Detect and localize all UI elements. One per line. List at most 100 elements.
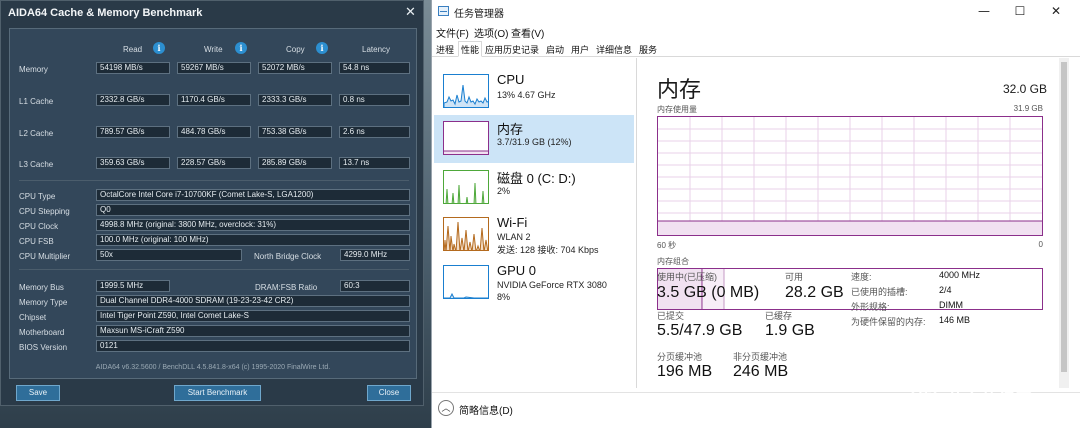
device-cpu[interactable]: CPU 13% 4.67 GHz: [434, 68, 634, 116]
write-info-icon[interactable]: i: [235, 42, 247, 54]
tab-services[interactable]: 服务: [639, 43, 657, 56]
cpu-clock-label: CPU Clock: [19, 222, 59, 231]
divider: [19, 180, 409, 181]
device-detail: NVIDIA GeForce RTX 3080: [497, 280, 607, 290]
menu-file[interactable]: 文件(F): [436, 25, 469, 40]
stat-available-label: 可用: [785, 272, 804, 282]
dram-fsb-value: 60:3: [340, 280, 410, 292]
disk-thumbnail: [443, 170, 489, 204]
chevron-up-icon[interactable]: ︿: [438, 400, 454, 416]
bios-value: 0121: [96, 340, 410, 352]
north-bridge-value: 4299.0 MHz: [340, 249, 410, 261]
header-latency: Latency: [362, 45, 391, 54]
stat-paged-pool-label: 分页缓冲池: [657, 352, 703, 362]
device-memory[interactable]: 内存 3.7/31.9 GB (12%): [434, 115, 634, 163]
cpu-stepping-label: CPU Stepping: [19, 207, 70, 216]
row-label-memory: Memory: [19, 65, 48, 74]
memory-read: 54198 MB/s: [96, 62, 170, 74]
usage-graph-label: 内存使用量: [657, 105, 697, 114]
l3-copy: 285.89 GB/s: [258, 157, 332, 169]
chipset-value: Intel Tiger Point Z590, Intel Comet Lake…: [96, 310, 410, 322]
divider: [19, 269, 409, 270]
memory-copy: 52072 MB/s: [258, 62, 332, 74]
device-wifi[interactable]: Wi-Fi WLAN 2 发送: 128 接收: 704 Kbps: [434, 211, 634, 259]
stat-cached-value: 1.9 GB: [765, 322, 815, 339]
maximize-icon[interactable]: ☐: [1005, 3, 1035, 19]
aida64-footer: AIDA64 v6.32.5600 / BenchDLL 4.5.841.8-x…: [95, 364, 331, 371]
memory-write: 59267 MB/s: [177, 62, 251, 74]
cpu-type-value: OctalCore Intel Core i7-10700KF (Comet L…: [96, 189, 410, 201]
fewer-details-link[interactable]: 简略信息(D): [459, 402, 513, 417]
cpu-type-label: CPU Type: [19, 192, 56, 201]
menu-view[interactable]: 查看(V): [511, 25, 544, 40]
l1-read: 2332.8 GB/s: [96, 94, 170, 106]
stat-cached-label: 已缓存: [765, 311, 793, 321]
header-read: Read: [123, 45, 143, 54]
close-button[interactable]: Close: [367, 385, 411, 401]
device-detail-2: 发送: 128 接收: 704 Kbps: [497, 245, 599, 255]
memory-usage-graph: [657, 116, 1043, 236]
menu-options[interactable]: 选项(O): [474, 25, 508, 40]
tab-users[interactable]: 用户: [571, 43, 589, 56]
spec-speed-label: 速度:: [851, 272, 872, 282]
stat-in-use-label: 使用中(已压缩): [657, 272, 717, 282]
device-gpu[interactable]: GPU 0 NVIDIA GeForce RTX 3080 8%: [434, 259, 634, 307]
aida64-title: AIDA64 Cache & Memory Benchmark: [8, 7, 203, 19]
memory-thumbnail: [443, 121, 489, 155]
cpu-stepping-value: Q0: [96, 204, 410, 216]
spec-slots-label: 已使用的插槽:: [851, 287, 908, 297]
row-label-l1: L1 Cache: [19, 97, 54, 106]
vertical-scrollbar[interactable]: [1059, 58, 1069, 388]
memory-bus-value: 1999.5 MHz: [96, 280, 170, 292]
header-write: Write: [204, 45, 223, 54]
memory-detail-panel: 内存 32.0 GB 内存使用量 31.9 GB 60 秒 0 内存组合 使用中…: [637, 58, 1080, 388]
close-icon[interactable]: ✕: [1041, 3, 1071, 19]
copy-info-icon[interactable]: i: [316, 42, 328, 54]
spec-slots-value: 2/4: [939, 285, 952, 295]
motherboard-label: Motherboard: [19, 328, 65, 337]
row-label-l3: L3 Cache: [19, 160, 54, 169]
device-detail: 3.7/31.9 GB (12%): [497, 137, 572, 147]
stat-paged-pool-value: 196 MB: [657, 363, 713, 380]
memory-type-label: Memory Type: [19, 298, 68, 307]
tab-startup[interactable]: 启动: [546, 43, 564, 56]
composition-label: 内存组合: [657, 257, 689, 266]
save-button[interactable]: Save: [16, 385, 60, 401]
bios-label: BIOS Version: [19, 343, 68, 352]
device-name: Wi-Fi: [497, 215, 528, 230]
l3-read: 359.63 GB/s: [96, 157, 170, 169]
device-detail-2: 8%: [497, 292, 511, 302]
aida64-close-icon[interactable]: ✕: [405, 4, 416, 20]
memory-usage-grid: [658, 117, 1042, 235]
tab-app-history[interactable]: 应用历史记录: [485, 43, 539, 56]
l1-write: 1170.4 GB/s: [177, 94, 251, 106]
task-manager-icon: [438, 6, 449, 16]
motherboard-value: Maxsun MS-iCraft Z590: [96, 325, 410, 337]
memory-total: 32.0 GB: [1002, 82, 1047, 96]
memory-bus-label: Memory Bus: [19, 283, 64, 292]
cpu-fsb-value: 100.0 MHz (original: 100 MHz): [96, 234, 410, 246]
l2-latency: 2.6 ns: [339, 126, 410, 138]
spec-form-factor-label: 外形规格:: [851, 302, 890, 312]
title-bar: 任务管理器 — ☐ ✕: [432, 0, 1080, 22]
tab-processes[interactable]: 进程: [436, 43, 454, 56]
device-disk[interactable]: 磁盘 0 (C: D:) 2%: [434, 164, 634, 212]
graph-x-right: 0: [1038, 240, 1043, 249]
task-manager-window: 任务管理器 — ☐ ✕ 文件(F) 选项(O) 查看(V) 进程 性能 应用历史…: [431, 0, 1080, 428]
read-info-icon[interactable]: i: [153, 42, 165, 54]
stat-nonpaged-pool-label: 非分页缓冲池: [733, 352, 788, 362]
l3-latency: 13.7 ns: [339, 157, 410, 169]
spec-speed-value: 4000 MHz: [939, 270, 981, 280]
l2-read: 789.57 GB/s: [96, 126, 170, 138]
tab-performance[interactable]: 性能: [458, 41, 483, 57]
usage-graph-max: 31.9 GB: [1013, 104, 1043, 113]
tab-details[interactable]: 详细信息: [596, 43, 632, 56]
start-benchmark-button[interactable]: Start Benchmark: [174, 385, 261, 401]
scrollbar-thumb[interactable]: [1061, 62, 1067, 372]
device-name: CPU: [497, 72, 525, 87]
minimize-icon[interactable]: —: [969, 3, 999, 19]
watermark-logo: 值: [909, 386, 939, 416]
device-name: GPU 0: [497, 263, 537, 278]
spec-reserved-value: 146 MB: [939, 315, 971, 325]
north-bridge-label: North Bridge Clock: [254, 252, 322, 261]
